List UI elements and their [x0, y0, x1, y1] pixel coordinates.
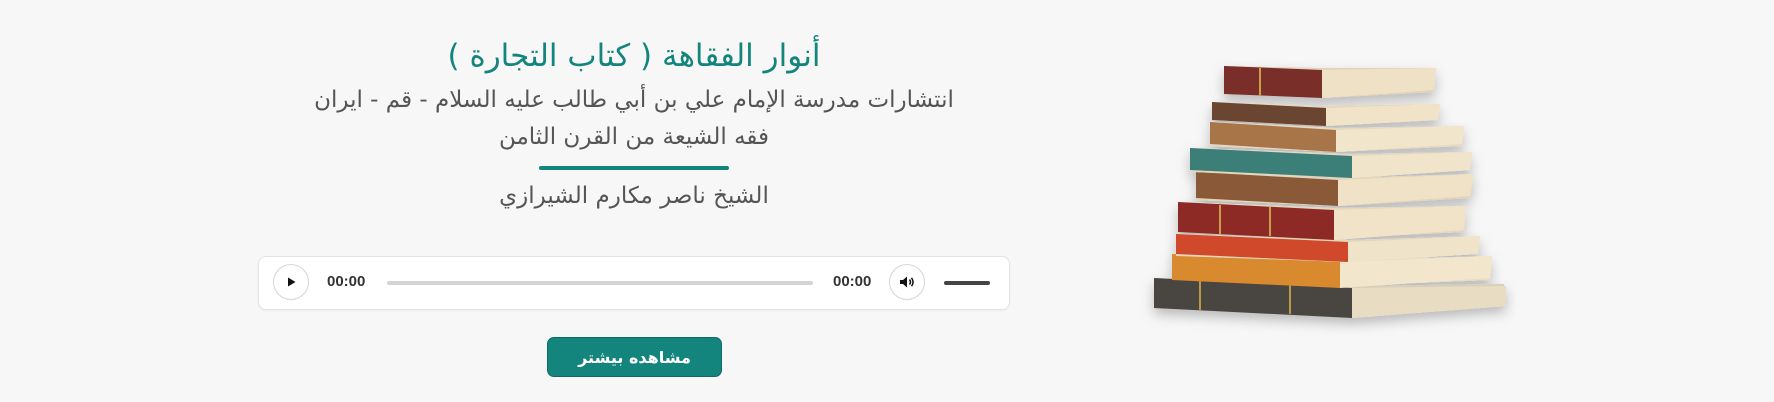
play-icon — [288, 277, 296, 287]
volume-slider[interactable] — [944, 281, 990, 285]
mute-button[interactable] — [889, 264, 925, 300]
title-divider — [539, 165, 729, 170]
book-publisher: انتشارات مدرسة الإمام علي بن أبي طالب عل… — [314, 87, 954, 114]
audio-player: 00:00 00:00 — [258, 256, 1010, 310]
book-category: فقه الشيعة من القرن الثامن — [498, 124, 770, 151]
book-stack-illustration — [1154, 66, 1506, 318]
volume-icon — [900, 276, 914, 288]
book-author: الشيخ ناصر مكارم الشيرازي — [499, 182, 769, 209]
total-time: 00:00 — [833, 273, 872, 290]
book-title: أنوار الفقاهة ( كتاب التجارة ) — [447, 38, 821, 74]
view-more-button[interactable]: مشاهده بیشتر — [547, 337, 722, 377]
play-button[interactable] — [273, 264, 309, 300]
book-info: أنوار الفقاهة ( كتاب التجارة ) انتشارات … — [258, 36, 1010, 211]
seek-bar[interactable] — [387, 281, 813, 285]
current-time: 00:00 — [327, 273, 366, 290]
